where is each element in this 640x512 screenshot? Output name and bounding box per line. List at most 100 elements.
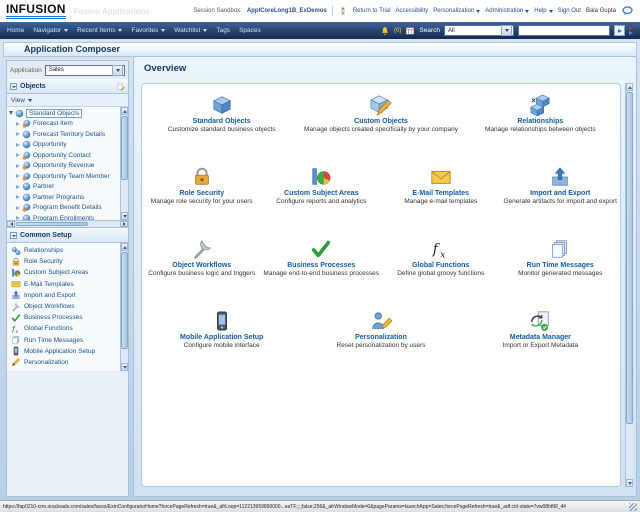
tree-item[interactable]: Forecast Item (7, 119, 120, 130)
scrollbar-thumb[interactable] (626, 92, 633, 424)
tree-vertical-scrollbar[interactable] (120, 107, 128, 220)
tile-link[interactable]: E-Mail Templates (412, 190, 469, 197)
setup-item-role-security[interactable]: Role Security (7, 256, 120, 267)
overview-vertical-scrollbar[interactable] (625, 83, 633, 487)
application-select[interactable]: Sales (45, 65, 125, 76)
objects-tree: Standard Objects Forecast Item Forecast … (7, 107, 128, 220)
scroll-down-button[interactable] (121, 212, 128, 220)
expand-arrow-icon[interactable] (16, 174, 20, 178)
advanced-search-icon[interactable] (629, 26, 633, 35)
tree-item-standard-objects[interactable]: Standard Objects (7, 108, 120, 119)
tile-link[interactable]: Standard Objects (193, 118, 251, 125)
expand-arrow-icon[interactable] (16, 195, 20, 199)
nav-home[interactable]: Home (7, 27, 24, 34)
expand-arrow-icon[interactable] (16, 143, 20, 147)
setup-item-run-time-messages[interactable]: Run Time Messages (7, 335, 120, 346)
tree-item[interactable]: Opportunity Team Member (7, 171, 120, 182)
tree-item[interactable]: Program Enrollments (7, 213, 120, 220)
search-scope-select[interactable]: All (444, 25, 514, 36)
metadata-doc-icon (529, 310, 551, 332)
sandbox-link[interactable]: ApplCoreLong1B_ExDemos (247, 8, 327, 14)
search-input[interactable] (518, 25, 610, 36)
expand-arrow-icon[interactable] (16, 206, 20, 210)
nav-tags[interactable]: Tags (216, 27, 230, 34)
globe-icon (22, 140, 31, 149)
scroll-up-button[interactable] (121, 107, 128, 115)
worklist-grid-icon[interactable] (405, 26, 415, 36)
tree-item[interactable]: Partner (7, 182, 120, 193)
setup-item-business-processes[interactable]: Business Processes (7, 312, 120, 323)
tile-link[interactable]: Object Workflows (172, 262, 231, 269)
return-to-trial-link[interactable]: Return to Trial (353, 8, 391, 14)
personalization-menu[interactable]: Personalization (433, 8, 480, 14)
tile-link[interactable]: Relationships (517, 118, 563, 125)
scroll-right-button[interactable] (120, 221, 128, 227)
tile-description: Customize standard business objects (168, 126, 276, 133)
select-dropdown-button[interactable] (112, 65, 123, 76)
nav-recent-items[interactable]: Recent Items (77, 27, 122, 34)
setup-item-global-functions[interactable]: Global Functions (7, 323, 120, 334)
select-dropdown-button[interactable] (501, 25, 512, 36)
scroll-down-button[interactable] (626, 479, 633, 487)
search-go-button[interactable] (614, 25, 625, 36)
collapse-icon[interactable] (10, 83, 17, 90)
view-menu-button[interactable]: View (11, 97, 32, 104)
setup-item-relationships[interactable]: Relationships (7, 245, 120, 256)
setup-item-import-export[interactable]: Import and Export (7, 290, 120, 301)
tile-link[interactable]: Mobile Application Setup (180, 334, 263, 341)
tile-link[interactable]: Metadata Manager (510, 334, 571, 341)
scroll-up-button[interactable] (626, 83, 633, 91)
setup-item-mobile-application-setup[interactable]: Mobile Application Setup (7, 346, 120, 357)
tree-item[interactable]: Opportunity (7, 140, 120, 151)
scroll-down-button[interactable] (121, 363, 128, 371)
expand-arrow-icon[interactable] (16, 185, 20, 189)
tile-link[interactable]: Personalization (355, 334, 407, 341)
tile-link[interactable]: Custom Objects (354, 118, 408, 125)
chevron-down-icon (505, 29, 509, 32)
objects-accordion-header[interactable]: Objects (7, 79, 128, 94)
tile-link[interactable]: Global Functions (412, 262, 469, 269)
tile-link[interactable]: Role Security (179, 190, 224, 197)
nav-watchlist[interactable]: Watchlist (174, 27, 207, 34)
nav-spaces[interactable]: Spaces (239, 27, 261, 34)
tree-horizontal-scrollbar[interactable] (7, 220, 128, 228)
accessibility-link[interactable]: Accessibility (396, 8, 429, 14)
tile-link[interactable]: Import and Export (530, 190, 590, 197)
nav-favorites[interactable]: Favorites (131, 27, 165, 34)
sign-out-link[interactable]: Sign Out (558, 8, 581, 14)
setup-item-personalization[interactable]: Personalization (7, 357, 120, 368)
tile-link[interactable]: Custom Subject Areas (284, 190, 358, 197)
tile-link[interactable]: Run Time Messages (527, 262, 594, 269)
tree-item[interactable]: Partner Programs (7, 192, 120, 203)
tile-link[interactable]: Business Processes (287, 262, 355, 269)
help-menu[interactable]: Help (534, 8, 552, 14)
tree-item[interactable]: Opportunity Contact (7, 150, 120, 161)
collapse-icon[interactable] (10, 232, 17, 239)
expand-arrow-icon[interactable] (16, 164, 20, 168)
tree-item[interactable]: Opportunity Revenue (7, 161, 120, 172)
setup-vertical-scrollbar[interactable] (120, 243, 128, 371)
scrollbar-thumb[interactable] (121, 116, 128, 180)
globe-icon (15, 109, 24, 118)
expand-arrow-icon[interactable] (16, 216, 20, 220)
expand-arrow-icon[interactable] (16, 122, 20, 126)
expand-arrow-icon[interactable] (16, 153, 20, 157)
setup-item-custom-subject-areas[interactable]: Custom Subject Areas (7, 267, 120, 278)
collapse-arrow-icon[interactable] (9, 111, 13, 115)
scroll-up-button[interactable] (121, 243, 128, 251)
tree-item[interactable]: Program Benefit Details (7, 203, 120, 214)
setup-item-object-workflows[interactable]: Object Workflows (7, 301, 120, 312)
scrollbar-thumb[interactable] (16, 222, 88, 226)
tree-item[interactable]: Forecast Territory Details (7, 129, 120, 140)
expand-arrow-icon[interactable] (16, 132, 20, 136)
new-object-icon[interactable] (116, 82, 125, 91)
scrollbar-thumb[interactable] (121, 252, 128, 349)
notifications-bell-icon[interactable] (380, 26, 390, 36)
nav-navigator[interactable]: Navigator (33, 27, 68, 34)
common-setup-accordion-header[interactable]: Common Setup (7, 228, 128, 243)
resize-grip-icon[interactable] (629, 503, 637, 511)
setup-item-email-templates[interactable]: E-Mail Templates (7, 279, 120, 290)
scroll-left-button[interactable] (7, 221, 15, 227)
administration-menu[interactable]: Administration (485, 8, 529, 14)
chat-icon[interactable] (621, 5, 634, 17)
